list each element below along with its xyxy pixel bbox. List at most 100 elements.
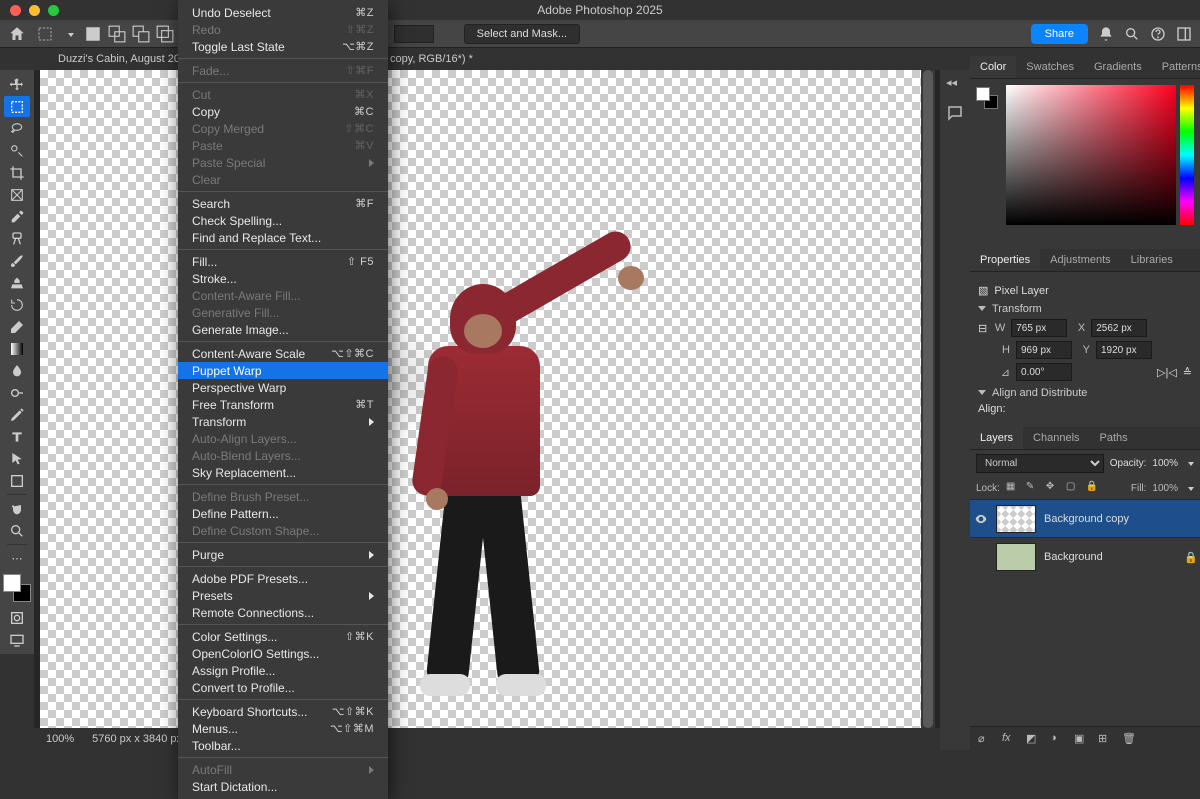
tab-color[interactable]: Color	[970, 56, 1016, 78]
layer-row[interactable]: Background copy	[970, 499, 1200, 537]
layer-row[interactable]: Background🔒	[970, 537, 1200, 575]
path-selection-tool-icon[interactable]	[4, 448, 30, 469]
gradient-tool-icon[interactable]	[4, 338, 30, 359]
eraser-tool-icon[interactable]	[4, 316, 30, 337]
flip-horizontal-icon[interactable]: ▷|◁	[1157, 366, 1177, 379]
search-icon[interactable]	[1124, 26, 1140, 42]
tab-libraries[interactable]: Libraries	[1121, 249, 1183, 271]
pen-tool-icon[interactable]	[4, 404, 30, 425]
document-tab[interactable]: Duzzi's Cabin, August 20	[48, 50, 190, 68]
flip-vertical-icon[interactable]: ≙	[1183, 366, 1192, 379]
menu-item-perspective-warp[interactable]: Perspective Warp	[178, 379, 388, 396]
layer-visibility-icon[interactable]	[974, 512, 988, 526]
select-and-mask-button[interactable]: Select and Mask...	[464, 24, 581, 44]
layer-thumbnail[interactable]	[996, 505, 1036, 533]
align-section[interactable]: Align and Distribute	[978, 387, 1192, 399]
menu-item-generate-image[interactable]: Generate Image...	[178, 321, 388, 338]
notifications-icon[interactable]	[1098, 26, 1114, 42]
type-tool-icon[interactable]	[4, 426, 30, 447]
lock-all-icon[interactable]: 🔒	[1086, 481, 1100, 495]
lock-position-icon[interactable]: ✥	[1046, 481, 1060, 495]
lasso-tool-icon[interactable]	[4, 118, 30, 139]
menu-item-opencolorio-settings[interactable]: OpenColorIO Settings...	[178, 645, 388, 662]
transform-section[interactable]: Transform	[978, 303, 1192, 315]
hue-slider[interactable]	[1180, 85, 1194, 225]
menu-item-menus[interactable]: Menus...⌥⇧⌘M	[178, 720, 388, 737]
menu-item-copy[interactable]: Copy⌘C	[178, 103, 388, 120]
blur-tool-icon[interactable]	[4, 360, 30, 381]
toggle-panels-icon[interactable]: ◂◂	[946, 76, 964, 94]
width-value[interactable]: 765 px	[1011, 319, 1067, 337]
menu-item-puppet-warp[interactable]: Puppet Warp	[178, 362, 388, 379]
edit-toolbar-icon[interactable]: ⋯	[4, 548, 30, 569]
eyedropper-tool-icon[interactable]	[4, 206, 30, 227]
menu-item-check-spelling[interactable]: Check Spelling...	[178, 212, 388, 229]
menu-item-start-dictation[interactable]: Start Dictation...	[178, 778, 388, 795]
history-brush-tool-icon[interactable]	[4, 294, 30, 315]
quick-selection-tool-icon[interactable]	[4, 140, 30, 161]
selection-intersect-icon[interactable]	[156, 25, 174, 43]
selection-subtract-icon[interactable]	[132, 25, 150, 43]
layer-fx-icon[interactable]: fx	[1002, 732, 1016, 746]
angle-value[interactable]: 0.00°	[1016, 363, 1072, 381]
fullscreen-window-icon[interactable]	[48, 5, 59, 16]
menu-item-define-pattern[interactable]: Define Pattern...	[178, 505, 388, 522]
layer-group-icon[interactable]: ▣	[1074, 732, 1088, 746]
new-layer-icon[interactable]: ⊞	[1098, 732, 1112, 746]
document-canvas[interactable]	[40, 70, 925, 728]
color-panel-swatches[interactable]	[976, 87, 998, 109]
brush-tool-icon[interactable]	[4, 250, 30, 271]
menu-item-presets[interactable]: Presets	[178, 587, 388, 604]
menu-item-color-settings[interactable]: Color Settings...⇧⌘K	[178, 628, 388, 645]
minimize-window-icon[interactable]	[29, 5, 40, 16]
opacity-dropdown-icon[interactable]	[1184, 458, 1194, 469]
layer-name[interactable]: Background copy	[1044, 513, 1129, 525]
menu-item-free-transform[interactable]: Free Transform⌘T	[178, 396, 388, 413]
selection-new-icon[interactable]	[84, 25, 102, 43]
lock-image-icon[interactable]: ✎	[1026, 481, 1040, 495]
hand-tool-icon[interactable]	[4, 498, 30, 519]
adjustment-layer-icon[interactable]: ◑	[1050, 732, 1064, 746]
quick-mask-icon[interactable]	[4, 607, 30, 628]
opacity-value[interactable]: 100%	[1152, 458, 1178, 469]
fill-value[interactable]: 100%	[1152, 483, 1178, 494]
menu-item-purge[interactable]: Purge	[178, 546, 388, 563]
height-value[interactable]: 969 px	[1016, 341, 1072, 359]
menu-item-find-and-replace-text[interactable]: Find and Replace Text...	[178, 229, 388, 246]
height-field[interactable]	[394, 25, 434, 43]
menu-item-assign-profile[interactable]: Assign Profile...	[178, 662, 388, 679]
frame-tool-icon[interactable]	[4, 184, 30, 205]
layer-visibility-icon[interactable]	[974, 550, 988, 564]
selection-add-icon[interactable]	[108, 25, 126, 43]
scroll-thumb[interactable]	[923, 70, 933, 728]
color-picker-field[interactable]	[1006, 85, 1176, 225]
menu-item-stroke[interactable]: Stroke...	[178, 270, 388, 287]
layer-thumbnail[interactable]	[996, 543, 1036, 571]
menu-item-adobe-pdf-presets[interactable]: Adobe PDF Presets...	[178, 570, 388, 587]
link-layers-icon[interactable]: ⌀	[978, 732, 992, 746]
tab-adjustments[interactable]: Adjustments	[1040, 249, 1121, 271]
menu-item-toggle-last-state[interactable]: Toggle Last State⌥⌘Z	[178, 38, 388, 55]
menu-item-convert-to-profile[interactable]: Convert to Profile...	[178, 679, 388, 696]
marquee-tool-icon[interactable]	[36, 25, 54, 43]
foreground-color-swatch[interactable]	[3, 574, 21, 592]
move-tool-icon[interactable]	[4, 74, 30, 95]
comments-icon[interactable]	[946, 104, 964, 122]
tab-swatches[interactable]: Swatches	[1016, 56, 1084, 78]
share-button[interactable]: Share	[1031, 24, 1088, 44]
help-icon[interactable]	[1150, 26, 1166, 42]
zoom-tool-icon[interactable]	[4, 520, 30, 541]
lock-artboard-icon[interactable]: ▢	[1066, 481, 1080, 495]
menu-item-search[interactable]: Search⌘F	[178, 195, 388, 212]
tab-paths[interactable]: Paths	[1090, 427, 1138, 449]
menu-item-sky-replacement[interactable]: Sky Replacement...	[178, 464, 388, 481]
blend-mode-select[interactable]: Normal	[976, 454, 1104, 473]
home-icon[interactable]	[8, 25, 26, 43]
tool-preset-dropdown[interactable]	[64, 28, 74, 40]
clone-stamp-tool-icon[interactable]	[4, 272, 30, 293]
menu-item-content-aware-scale[interactable]: Content-Aware Scale⌥⇧⌘C	[178, 345, 388, 362]
menu-item-fill[interactable]: Fill...⇧ F5	[178, 253, 388, 270]
tab-properties[interactable]: Properties	[970, 249, 1040, 271]
crop-tool-icon[interactable]	[4, 162, 30, 183]
y-value[interactable]: 1920 px	[1096, 341, 1152, 359]
